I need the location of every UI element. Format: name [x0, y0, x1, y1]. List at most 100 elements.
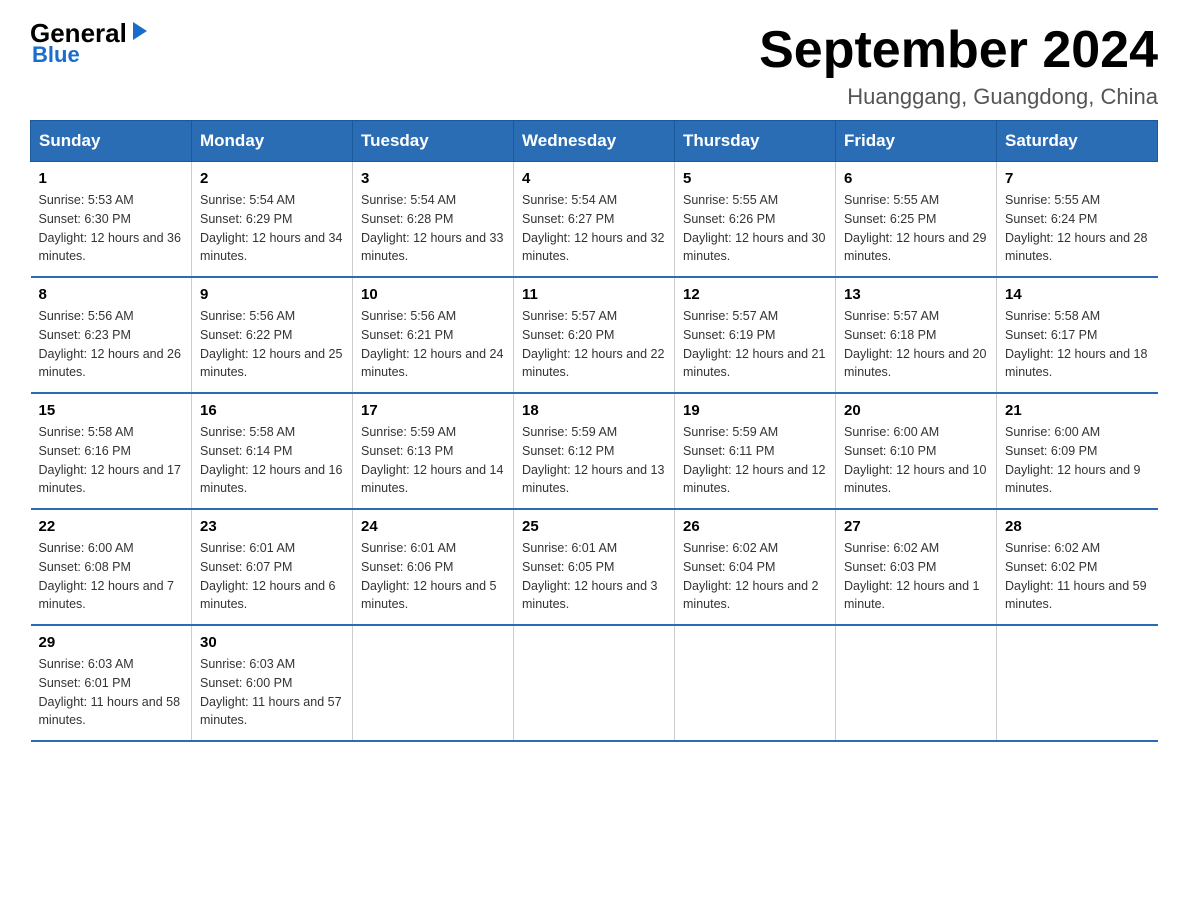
sunrise-label: Sunrise: 5:56 AM — [39, 309, 134, 323]
sunrise-label: Sunrise: 5:59 AM — [522, 425, 617, 439]
sunset-label: Sunset: 6:03 PM — [844, 560, 936, 574]
sunset-label: Sunset: 6:04 PM — [683, 560, 775, 574]
daylight-label: Daylight: 12 hours and 17 minutes. — [39, 463, 181, 496]
day-number: 29 — [39, 634, 184, 651]
calendar-cell: 2 Sunrise: 5:54 AM Sunset: 6:29 PM Dayli… — [192, 162, 353, 278]
sunset-label: Sunset: 6:11 PM — [683, 444, 775, 458]
calendar-cell: 21 Sunrise: 6:00 AM Sunset: 6:09 PM Dayl… — [997, 393, 1158, 509]
day-number: 17 — [361, 402, 505, 419]
day-info: Sunrise: 5:53 AM Sunset: 6:30 PM Dayligh… — [39, 191, 184, 266]
sunrise-label: Sunrise: 6:03 AM — [200, 657, 295, 671]
header-wednesday: Wednesday — [514, 121, 675, 162]
sunset-label: Sunset: 6:24 PM — [1005, 212, 1097, 226]
daylight-label: Daylight: 12 hours and 12 minutes. — [683, 463, 825, 496]
sunrise-label: Sunrise: 6:03 AM — [39, 657, 134, 671]
day-info: Sunrise: 5:59 AM Sunset: 6:12 PM Dayligh… — [522, 423, 666, 498]
sunset-label: Sunset: 6:09 PM — [1005, 444, 1097, 458]
day-number: 15 — [39, 402, 184, 419]
daylight-label: Daylight: 11 hours and 58 minutes. — [39, 695, 181, 728]
daylight-label: Daylight: 12 hours and 1 minute. — [844, 579, 980, 612]
weekday-header-row: Sunday Monday Tuesday Wednesday Thursday… — [31, 121, 1158, 162]
day-info: Sunrise: 5:54 AM Sunset: 6:28 PM Dayligh… — [361, 191, 505, 266]
logo-arrow-icon — [129, 20, 151, 42]
calendar-cell: 18 Sunrise: 5:59 AM Sunset: 6:12 PM Dayl… — [514, 393, 675, 509]
daylight-label: Daylight: 12 hours and 13 minutes. — [522, 463, 664, 496]
day-number: 24 — [361, 518, 505, 535]
calendar-cell: 17 Sunrise: 5:59 AM Sunset: 6:13 PM Dayl… — [353, 393, 514, 509]
day-number: 25 — [522, 518, 666, 535]
day-info: Sunrise: 6:02 AM Sunset: 6:03 PM Dayligh… — [844, 539, 988, 614]
daylight-label: Daylight: 12 hours and 28 minutes. — [1005, 231, 1147, 264]
logo-blue: Blue — [32, 42, 80, 68]
sunset-label: Sunset: 6:27 PM — [522, 212, 614, 226]
calendar-cell: 27 Sunrise: 6:02 AM Sunset: 6:03 PM Dayl… — [836, 509, 997, 625]
calendar-cell: 6 Sunrise: 5:55 AM Sunset: 6:25 PM Dayli… — [836, 162, 997, 278]
day-number: 5 — [683, 170, 827, 187]
sunrise-label: Sunrise: 5:54 AM — [361, 193, 456, 207]
sunrise-label: Sunrise: 6:02 AM — [1005, 541, 1100, 555]
daylight-label: Daylight: 12 hours and 7 minutes. — [39, 579, 175, 612]
sunrise-label: Sunrise: 6:02 AM — [844, 541, 939, 555]
day-info: Sunrise: 5:55 AM Sunset: 6:25 PM Dayligh… — [844, 191, 988, 266]
daylight-label: Daylight: 12 hours and 30 minutes. — [683, 231, 825, 264]
sunrise-label: Sunrise: 5:55 AM — [683, 193, 778, 207]
sunrise-label: Sunrise: 6:01 AM — [361, 541, 456, 555]
day-number: 4 — [522, 170, 666, 187]
calendar-cell: 24 Sunrise: 6:01 AM Sunset: 6:06 PM Dayl… — [353, 509, 514, 625]
day-number: 10 — [361, 286, 505, 303]
day-number: 27 — [844, 518, 988, 535]
sunrise-label: Sunrise: 6:01 AM — [522, 541, 617, 555]
day-number: 8 — [39, 286, 184, 303]
day-info: Sunrise: 6:00 AM Sunset: 6:09 PM Dayligh… — [1005, 423, 1150, 498]
day-info: Sunrise: 6:01 AM Sunset: 6:06 PM Dayligh… — [361, 539, 505, 614]
day-number: 1 — [39, 170, 184, 187]
day-number: 18 — [522, 402, 666, 419]
sunrise-label: Sunrise: 6:02 AM — [683, 541, 778, 555]
logo: General Blue — [30, 20, 151, 68]
sunset-label: Sunset: 6:13 PM — [361, 444, 453, 458]
calendar-cell: 15 Sunrise: 5:58 AM Sunset: 6:16 PM Dayl… — [31, 393, 192, 509]
calendar-cell: 12 Sunrise: 5:57 AM Sunset: 6:19 PM Dayl… — [675, 277, 836, 393]
calendar-cell — [997, 625, 1158, 741]
calendar-cell — [514, 625, 675, 741]
daylight-label: Daylight: 12 hours and 2 minutes. — [683, 579, 819, 612]
day-number: 16 — [200, 402, 344, 419]
day-info: Sunrise: 5:58 AM Sunset: 6:14 PM Dayligh… — [200, 423, 344, 498]
daylight-label: Daylight: 12 hours and 22 minutes. — [522, 347, 664, 380]
sunset-label: Sunset: 6:07 PM — [200, 560, 292, 574]
daylight-label: Daylight: 12 hours and 21 minutes. — [683, 347, 825, 380]
daylight-label: Daylight: 11 hours and 59 minutes. — [1005, 579, 1147, 612]
sunrise-label: Sunrise: 6:00 AM — [1005, 425, 1100, 439]
sunset-label: Sunset: 6:20 PM — [522, 328, 614, 342]
sunrise-label: Sunrise: 5:58 AM — [200, 425, 295, 439]
day-info: Sunrise: 6:02 AM Sunset: 6:04 PM Dayligh… — [683, 539, 827, 614]
sunset-label: Sunset: 6:25 PM — [844, 212, 936, 226]
calendar-cell: 7 Sunrise: 5:55 AM Sunset: 6:24 PM Dayli… — [997, 162, 1158, 278]
day-info: Sunrise: 6:01 AM Sunset: 6:07 PM Dayligh… — [200, 539, 344, 614]
header-tuesday: Tuesday — [353, 121, 514, 162]
day-info: Sunrise: 5:58 AM Sunset: 6:16 PM Dayligh… — [39, 423, 184, 498]
day-number: 26 — [683, 518, 827, 535]
sunrise-label: Sunrise: 5:54 AM — [200, 193, 295, 207]
day-info: Sunrise: 6:02 AM Sunset: 6:02 PM Dayligh… — [1005, 539, 1150, 614]
day-number: 20 — [844, 402, 988, 419]
day-info: Sunrise: 5:57 AM Sunset: 6:18 PM Dayligh… — [844, 307, 988, 382]
calendar-cell: 3 Sunrise: 5:54 AM Sunset: 6:28 PM Dayli… — [353, 162, 514, 278]
sunset-label: Sunset: 6:05 PM — [522, 560, 614, 574]
sunrise-label: Sunrise: 6:00 AM — [844, 425, 939, 439]
daylight-label: Daylight: 12 hours and 9 minutes. — [1005, 463, 1141, 496]
daylight-label: Daylight: 12 hours and 29 minutes. — [844, 231, 986, 264]
calendar-cell: 1 Sunrise: 5:53 AM Sunset: 6:30 PM Dayli… — [31, 162, 192, 278]
calendar-cell: 19 Sunrise: 5:59 AM Sunset: 6:11 PM Dayl… — [675, 393, 836, 509]
calendar-cell: 23 Sunrise: 6:01 AM Sunset: 6:07 PM Dayl… — [192, 509, 353, 625]
sunrise-label: Sunrise: 5:56 AM — [200, 309, 295, 323]
calendar-cell — [836, 625, 997, 741]
calendar-cell: 26 Sunrise: 6:02 AM Sunset: 6:04 PM Dayl… — [675, 509, 836, 625]
day-number: 14 — [1005, 286, 1150, 303]
header-saturday: Saturday — [997, 121, 1158, 162]
sunset-label: Sunset: 6:18 PM — [844, 328, 936, 342]
sunrise-label: Sunrise: 5:57 AM — [522, 309, 617, 323]
sunrise-label: Sunrise: 5:55 AM — [1005, 193, 1100, 207]
day-info: Sunrise: 5:58 AM Sunset: 6:17 PM Dayligh… — [1005, 307, 1150, 382]
calendar-cell: 10 Sunrise: 5:56 AM Sunset: 6:21 PM Dayl… — [353, 277, 514, 393]
